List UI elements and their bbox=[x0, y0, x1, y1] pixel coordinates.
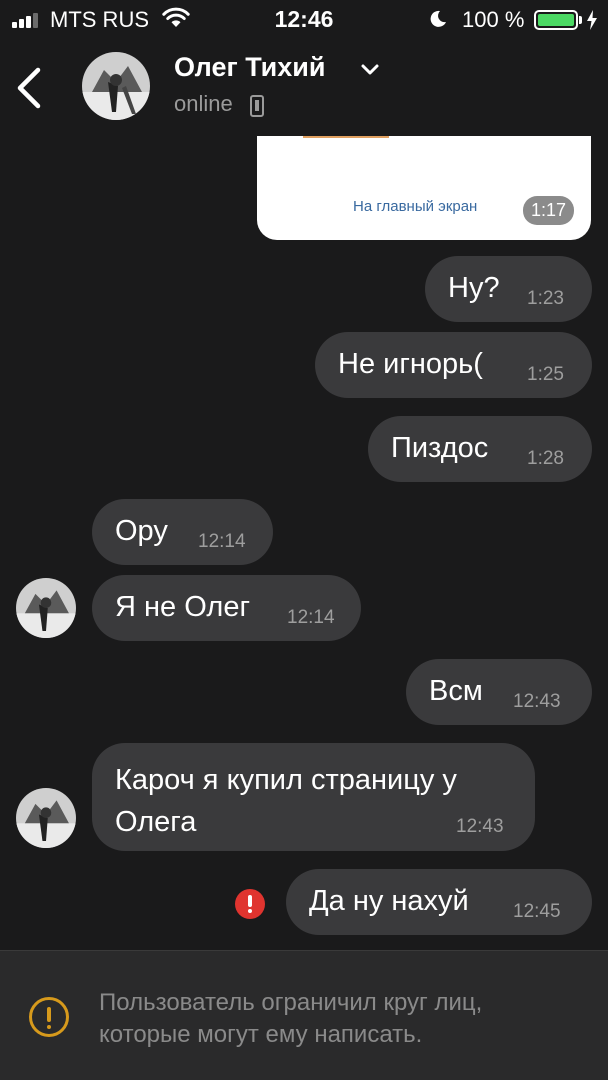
contact-online-status: online bbox=[174, 91, 233, 116]
message-text: Ну? bbox=[448, 272, 500, 304]
status-bar: MTS RUS 12:46 100 % bbox=[0, 0, 608, 40]
message-text: Кароч я купил страницу у Олега bbox=[115, 764, 457, 838]
chevron-down-icon[interactable] bbox=[360, 63, 380, 77]
sender-avatar[interactable] bbox=[16, 578, 76, 638]
message-time: 12:14 bbox=[287, 607, 335, 628]
message-time: 12:45 bbox=[513, 901, 561, 922]
charging-icon bbox=[587, 10, 597, 30]
message-text: Я не Олег bbox=[115, 591, 251, 623]
do-not-disturb-icon bbox=[430, 10, 446, 27]
contact-name[interactable]: Олег Тихий bbox=[174, 52, 325, 83]
message-time: 12:14 bbox=[198, 531, 246, 552]
link-preview-card[interactable]: На главный экран 1:17 bbox=[257, 136, 591, 240]
message-time: 1:17 bbox=[523, 196, 575, 225]
send-failed-icon[interactable] bbox=[235, 889, 265, 919]
back-chevron-icon[interactable] bbox=[14, 66, 44, 110]
message-bubble-outgoing[interactable]: Всм 12:43 bbox=[406, 659, 592, 725]
restriction-message: Пользователь ограничил круг лиц, которые… bbox=[99, 989, 483, 1048]
messaging-restricted-banner: Пользователь ограничил круг лиц, которые… bbox=[0, 950, 608, 1080]
warning-icon bbox=[29, 997, 69, 1037]
message-bubble-outgoing[interactable]: Ну? 1:23 bbox=[425, 256, 592, 322]
message-list[interactable]: На главный экран 1:17 Ну? 1:23 Не игнорь… bbox=[0, 136, 608, 950]
card-link[interactable]: На главный экран bbox=[353, 198, 477, 215]
message-time: 1:28 bbox=[527, 448, 564, 469]
message-bubble-incoming[interactable]: Кароч я купил страницу у Олега 12:43 bbox=[92, 743, 535, 851]
message-text: Не игнорь( bbox=[338, 348, 483, 380]
mobile-device-icon bbox=[250, 95, 264, 117]
message-time: 1:23 bbox=[527, 288, 564, 309]
message-bubble-incoming[interactable]: Я не Олег 12:14 bbox=[92, 575, 361, 641]
battery-icon bbox=[534, 10, 578, 30]
message-bubble-outgoing[interactable]: Пиздос 1:28 bbox=[368, 416, 592, 482]
message-text: Ору bbox=[115, 515, 168, 547]
message-time: 1:25 bbox=[527, 364, 564, 385]
contact-avatar[interactable] bbox=[82, 52, 150, 120]
message-time: 12:43 bbox=[456, 816, 504, 837]
message-bubble-incoming[interactable]: Ору 12:14 bbox=[92, 499, 273, 565]
message-text: Да ну нахуй bbox=[309, 885, 469, 917]
sender-avatar[interactable] bbox=[16, 788, 76, 848]
message-time: 12:43 bbox=[513, 691, 561, 712]
message-text: Всм bbox=[429, 675, 483, 707]
message-bubble-outgoing[interactable]: Да ну нахуй 12:45 bbox=[286, 869, 592, 935]
message-bubble-outgoing[interactable]: Не игнорь( 1:25 bbox=[315, 332, 592, 398]
battery-percentage: 100 % bbox=[462, 7, 525, 32]
message-text: Пиздос bbox=[391, 432, 489, 464]
